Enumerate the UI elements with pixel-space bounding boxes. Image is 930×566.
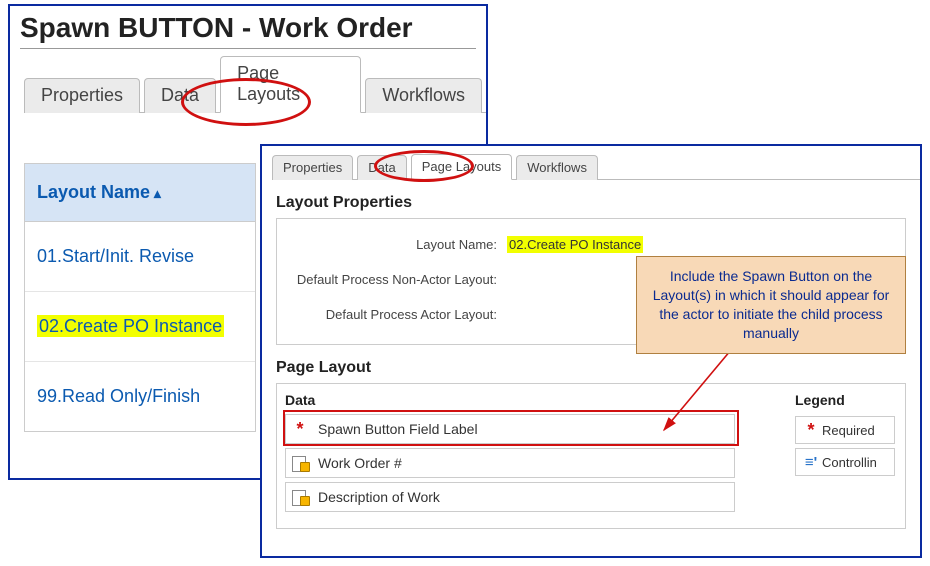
annotation-callout: Include the Spawn Button on the Layout(s… (636, 256, 906, 354)
inner-tabstrip: Properties Data Page Layouts Workflows (272, 152, 920, 180)
prop-label: Default Process Actor Layout: (277, 307, 507, 322)
divider (20, 48, 476, 49)
layout-row[interactable]: 02.Create PO Instance (25, 292, 255, 362)
page-layout-block: Data * Spawn Button Field Label Work Ord… (276, 383, 906, 529)
layout-name-table: Layout Name 01.Start/Init. Revise 02.Cre… (24, 163, 256, 432)
tab-properties[interactable]: Properties (272, 155, 353, 180)
locked-field-icon (286, 490, 314, 504)
prop-row-layout-name: Layout Name: 02.Create PO Instance (277, 237, 905, 252)
field-item-description[interactable]: Description of Work (285, 482, 735, 512)
legend-label: Controllin (822, 455, 877, 470)
layout-name-header-label: Layout Name (37, 182, 161, 202)
layout-name-header[interactable]: Layout Name (25, 164, 255, 222)
field-item-spawn-button[interactable]: * Spawn Button Field Label (285, 414, 735, 444)
tab-workflows[interactable]: Workflows (365, 78, 482, 113)
field-label: Spawn Button Field Label (314, 421, 478, 437)
tab-properties[interactable]: Properties (24, 78, 140, 113)
legend-item-controlling: ≡' Controllin (795, 448, 895, 476)
legend-label: Required (822, 423, 875, 438)
field-label: Description of Work (314, 489, 440, 505)
data-column-header: Data (285, 392, 735, 408)
controlling-icon: ≡' (800, 454, 822, 471)
layout-properties-heading: Layout Properties (276, 194, 920, 212)
legend-header: Legend (795, 392, 895, 408)
data-column: Data * Spawn Button Field Label Work Ord… (285, 392, 735, 512)
prop-label: Default Process Non-Actor Layout: (277, 272, 507, 287)
layout-row-label: 99.Read Only/Finish (37, 386, 200, 406)
tab-workflows[interactable]: Workflows (516, 155, 598, 180)
layout-row-label: 02.Create PO Instance (37, 315, 224, 337)
tab-data[interactable]: Data (144, 78, 216, 113)
tab-page-layouts[interactable]: Page Layouts (220, 56, 361, 113)
outer-tabstrip: Properties Data Page Layouts Workflows (24, 77, 486, 113)
locked-field-icon (286, 456, 314, 470)
legend-item-required: * Required (795, 416, 895, 444)
layout-row-label: 01.Start/Init. Revise (37, 246, 194, 266)
prop-label: Layout Name: (277, 237, 507, 252)
tab-page-layouts[interactable]: Page Layouts (411, 154, 513, 180)
layout-row[interactable]: 99.Read Only/Finish (25, 362, 255, 431)
prop-value: 02.Create PO Instance (507, 236, 643, 253)
required-icon: * (286, 419, 314, 440)
tab-data[interactable]: Data (357, 155, 406, 180)
page-title: Spawn BUTTON - Work Order (20, 12, 476, 44)
page-layout-heading: Page Layout (276, 359, 920, 377)
legend-column: Legend * Required ≡' Controllin (795, 392, 895, 480)
field-item-work-order[interactable]: Work Order # (285, 448, 735, 478)
layout-row[interactable]: 01.Start/Init. Revise (25, 222, 255, 292)
required-icon: * (800, 420, 822, 441)
field-label: Work Order # (314, 455, 402, 471)
